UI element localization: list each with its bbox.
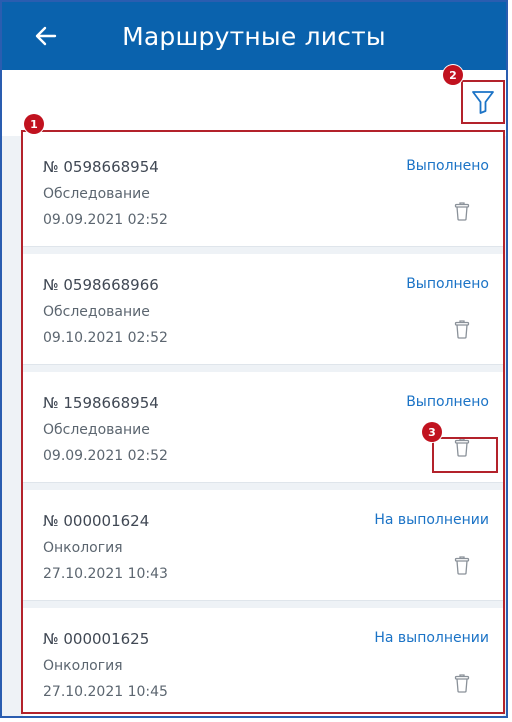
route-status: На выполнении <box>374 512 489 528</box>
route-card[interactable]: № 000001625 Онкология 27.10.2021 10:45 Н… <box>23 608 503 716</box>
route-card[interactable]: № 0598668966 Обследование 09.10.2021 02:… <box>23 254 503 365</box>
app-bar: Маршрутные листы <box>2 2 506 70</box>
trash-icon <box>454 202 470 221</box>
route-number: № 1598668954 <box>43 394 159 412</box>
delete-button[interactable] <box>453 318 471 340</box>
annotation-badge-filter: 2 <box>443 65 463 85</box>
route-number: № 0598668966 <box>43 276 159 294</box>
delete-button[interactable] <box>453 436 471 458</box>
filter-icon <box>472 91 494 114</box>
delete-button[interactable] <box>453 672 471 694</box>
annotation-badge-delete: 3 <box>422 422 442 442</box>
route-type: Обследование <box>43 304 150 320</box>
trash-icon <box>454 674 470 693</box>
route-type: Онкология <box>43 658 123 674</box>
route-status: Выполнено <box>406 276 489 292</box>
route-card[interactable]: № 000001624 Онкология 27.10.2021 10:43 Н… <box>23 490 503 601</box>
app-screen: Маршрутные листы № 0598668954 Обследован… <box>0 0 508 718</box>
route-date: 09.09.2021 02:52 <box>43 212 168 228</box>
delete-button[interactable] <box>453 554 471 576</box>
route-date: 27.10.2021 10:43 <box>43 566 168 582</box>
route-status: Выполнено <box>406 394 489 410</box>
route-number: № 000001625 <box>43 630 150 648</box>
trash-icon <box>454 556 470 575</box>
route-type: Онкология <box>43 540 123 556</box>
route-number: № 0598668954 <box>43 158 159 176</box>
route-date: 27.10.2021 10:45 <box>43 684 168 700</box>
filter-button[interactable] <box>461 80 505 124</box>
trash-icon <box>454 438 470 457</box>
delete-button[interactable] <box>453 200 471 222</box>
route-type: Обследование <box>43 186 150 202</box>
route-type: Обследование <box>43 422 150 438</box>
route-date: 09.09.2021 02:52 <box>43 448 168 464</box>
annotation-badge-list: 1 <box>24 114 44 134</box>
page-title: Маршрутные листы <box>122 21 386 51</box>
route-date: 09.10.2021 02:52 <box>43 330 168 346</box>
route-card[interactable]: № 0598668954 Обследование 09.09.2021 02:… <box>23 136 503 247</box>
route-number: № 000001624 <box>43 512 150 530</box>
route-status: Выполнено <box>406 158 489 174</box>
trash-icon <box>454 320 470 339</box>
route-status: На выполнении <box>374 630 489 646</box>
toolbar <box>2 70 506 136</box>
